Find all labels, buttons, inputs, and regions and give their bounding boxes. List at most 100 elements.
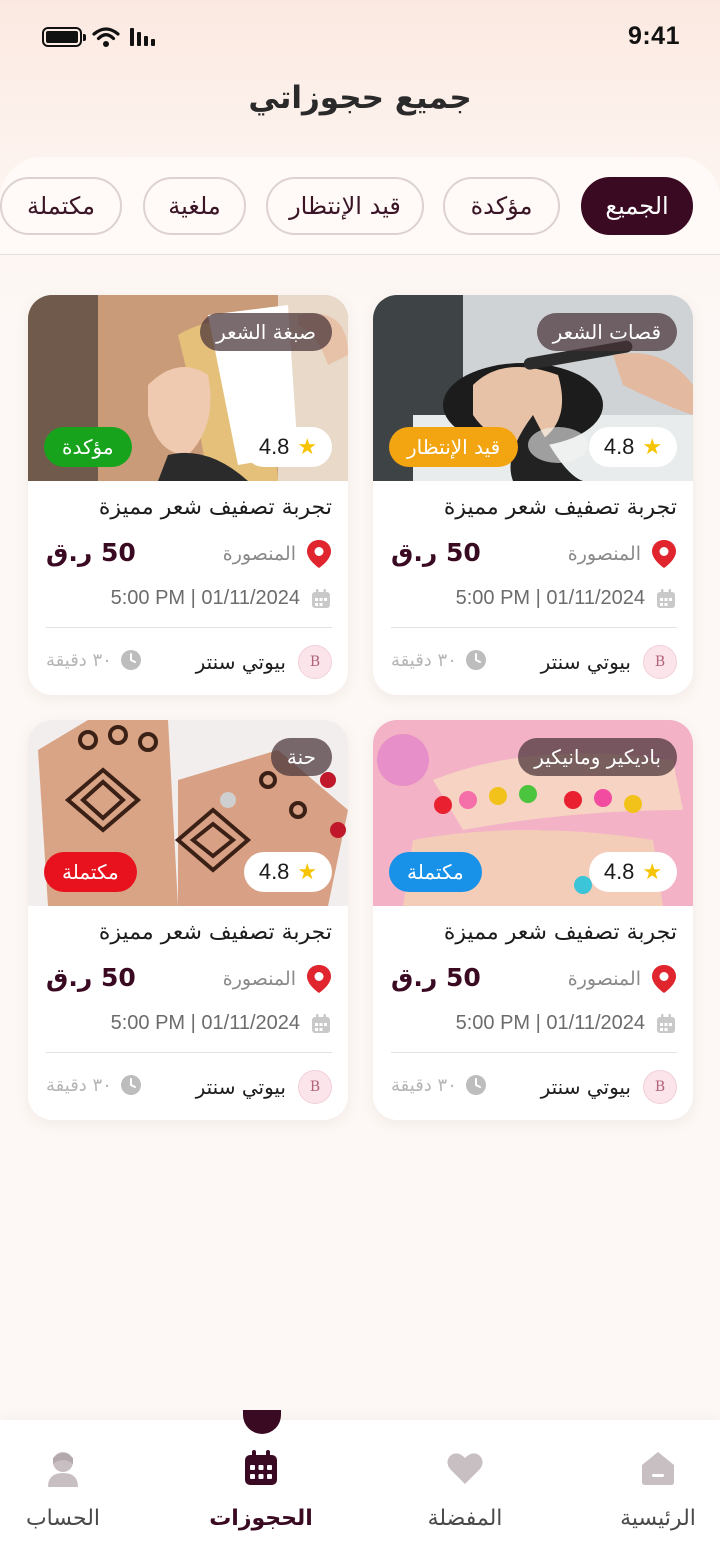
nav-label: الرئيسية [620,1506,696,1531]
booking-title: تجربة تصفيف شعر مميزة [98,495,332,520]
manicure-photo: باديكير ومانيكير 4.8 ★ مكتملة [373,720,693,906]
provider-logo: B [298,1070,332,1104]
status-badge: مؤكدة [44,427,132,467]
provider-logo: B [643,645,677,679]
hair-wash-photo: قصات الشعر 4.8 ★ قيد الإنتظار [373,295,693,481]
rating-value: 4.8 [603,859,635,884]
booking-card[interactable]: باديكير ومانيكير 4.8 ★ مكتملة تجربة تصفي… [373,720,693,1120]
nav-label: المفضلة [427,1506,503,1531]
filter-tab-all[interactable]: الجميع [581,177,693,235]
datetime-label: 5:00 PM | 01/11/2024 [455,1012,645,1034]
location-pin-icon [652,540,676,568]
rating-value: 4.8 [258,859,290,884]
hair-dye-photo: صبغة الشعر 4.8 ★ مؤكدة [28,295,348,481]
booking-price: 50 ر.ق [391,963,481,992]
filter-tabs: الجميع مؤكدة قيد الإنتظار ملغية مكتملة [0,157,720,255]
calendar-icon [312,588,330,608]
provider-name: بيوتي سنتر [540,1075,631,1099]
location-pin-icon [307,540,331,568]
provider-name: بيوتي سنتر [540,650,631,674]
location-label: المنصورة [567,543,641,565]
booking-datetime: 5:00 PM | 01/11/2024 [111,587,332,610]
star-icon: ★ [297,859,318,884]
star-icon: ★ [642,434,663,459]
calendar-icon [245,1450,277,1485]
rating-value: 4.8 [603,434,635,459]
datetime-label: 5:00 PM | 01/11/2024 [110,587,300,609]
nav-bookings[interactable]: الحجوزات [181,1448,341,1531]
profile-icon [48,1452,78,1487]
category-badge: باديكير ومانيكير [518,738,677,776]
provider: B بيوتي سنتر [196,1070,332,1104]
rating-badge: 4.8 ★ [589,427,677,467]
booking-location: المنصورة [223,539,332,569]
clock-icon [465,1075,486,1095]
category-badge: حنة [270,738,332,776]
divider [46,1052,332,1053]
bottom-nav: الرئيسية المفضلة الحجوزات الحساب [0,1410,720,1561]
star-icon: ★ [297,434,318,459]
divider [391,1052,677,1053]
location-label: المنصورة [567,968,641,990]
heart-icon [447,1453,483,1484]
booking-location: المنصورة [568,964,677,994]
page-title: جميع حجوزاتي [248,80,472,116]
nav-account[interactable]: الحساب [0,1448,143,1531]
booking-title: تجربة تصفيف شعر مميزة [443,920,677,945]
location-pin-icon [652,965,676,993]
booking-location: المنصورة [568,539,677,569]
booking-location: المنصورة [223,964,332,994]
duration-label: ٣٠ دقيقة [391,649,457,671]
booking-card[interactable]: حنة 4.8 ★ مكتملة تجربة تصفيف شعر مميزة ا… [28,720,348,1120]
booking-datetime: 5:00 PM | 01/11/2024 [111,1012,332,1035]
rating-badge: 4.8 ★ [589,852,677,892]
bookings-screen: 9:41 جميع حجوزاتي الجميع مؤكدة قيد الإنت… [0,0,720,1561]
booking-price: 50 ر.ق [391,538,481,567]
home-icon [642,1452,674,1485]
filter-tab-cancelled[interactable]: ملغية [143,177,246,235]
datetime-label: 5:00 PM | 01/11/2024 [110,1012,300,1034]
rating-badge: 4.8 ★ [244,427,332,467]
booking-card[interactable]: صبغة الشعر 4.8 ★ مؤكدة تجربة تصفيف شعر م… [28,295,348,695]
category-badge: صبغة الشعر [200,313,332,351]
status-badge: مكتملة [44,852,137,892]
booking-duration: ٣٠ دقيقة [46,649,142,671]
provider-logo: B [643,1070,677,1104]
nav-home[interactable]: الرئيسية [578,1448,720,1531]
booking-card[interactable]: قصات الشعر 4.8 ★ قيد الإنتظار تجربة تصفي… [373,295,693,695]
rating-value: 4.8 [258,434,290,459]
status-time: 9:41 [627,22,680,50]
nav-favorites[interactable]: المفضلة [385,1448,545,1531]
location-pin-icon [307,965,331,993]
nav-label: الحساب [25,1506,101,1531]
booking-duration: ٣٠ دقيقة [46,1074,142,1096]
location-label: المنصورة [222,543,296,565]
clock-icon [465,650,486,670]
signal-icon [130,28,155,46]
active-tab-indicator [243,1410,281,1434]
provider-name: بيوتي سنتر [195,650,286,674]
rating-badge: 4.8 ★ [244,852,332,892]
filter-tab-completed[interactable]: مكتملة [0,177,122,235]
duration-label: ٣٠ دقيقة [46,1074,112,1096]
category-badge: قصات الشعر [536,313,677,351]
henna-photo: حنة 4.8 ★ مكتملة [28,720,348,906]
status-badge: قيد الإنتظار [389,427,519,467]
booking-price: 50 ر.ق [46,538,136,567]
battery-icon [42,27,86,47]
nav-label: الحجوزات [209,1506,313,1531]
wifi-icon [92,27,120,47]
filter-tab-pending[interactable]: قيد الإنتظار [266,177,424,235]
calendar-icon [657,588,675,608]
booking-title: تجربة تصفيف شعر مميزة [443,495,677,520]
provider: B بيوتي سنتر [541,645,677,679]
duration-label: ٣٠ دقيقة [46,649,112,671]
booking-duration: ٣٠ دقيقة [391,1074,487,1096]
clock-icon [120,650,141,670]
provider-name: بيوتي سنتر [195,1075,286,1099]
filter-tab-confirmed[interactable]: مؤكدة [443,177,560,235]
provider-logo: B [298,645,332,679]
status-bar: 9:41 [0,0,720,78]
provider: B بيوتي سنتر [541,1070,677,1104]
duration-label: ٣٠ دقيقة [391,1074,457,1096]
